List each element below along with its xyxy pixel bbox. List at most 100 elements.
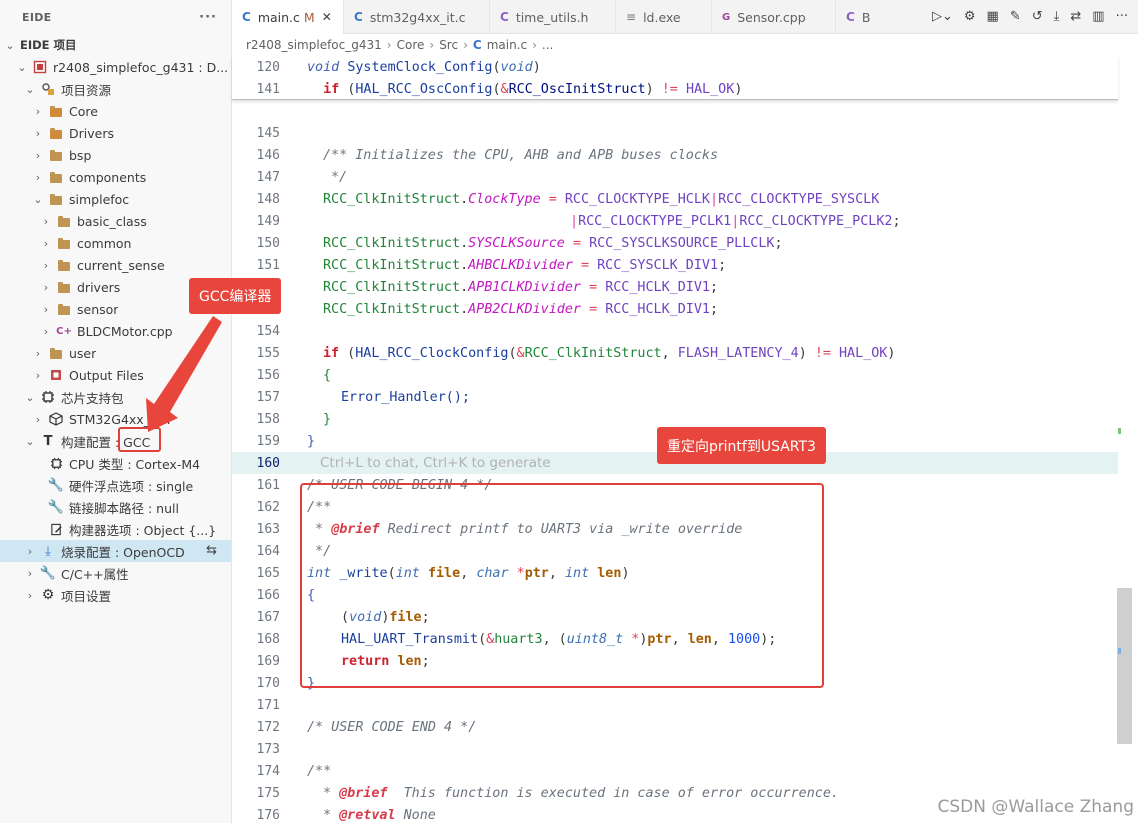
clean-brush-icon[interactable]: ✎ — [1010, 9, 1021, 24]
code-line[interactable]: 151 RCC_ClkInitStruct.AHBCLKDivider = RC… — [232, 254, 1118, 276]
code-line[interactable]: 174 /** — [232, 760, 1118, 782]
tree-item-bsp[interactable]: › bsp — [0, 144, 231, 166]
chevron-right-icon: › — [35, 346, 41, 360]
tab-main-c[interactable]: C main.c M ✕ — [232, 0, 344, 34]
code-comment: */ — [331, 169, 348, 185]
code-comment: /* USER CODE END 4 */ — [307, 719, 477, 735]
folder-icon — [56, 213, 72, 229]
breadcrumb-item[interactable]: r2408_simplefoc_g431 — [246, 38, 382, 52]
more-actions-icon[interactable]: ··· — [199, 10, 217, 25]
cpp-file-icon: G — [722, 11, 731, 23]
chevron-down-icon: ⌄ — [25, 390, 35, 404]
tab-time-utils-h[interactable]: C time_utils.h — [490, 0, 616, 34]
tree-item-drivers[interactable]: › Drivers — [0, 122, 231, 144]
code-line[interactable]: 146 /** Initializes the CPU, AHB and APB… — [232, 144, 1118, 166]
code-line[interactable]: 156 { — [232, 364, 1118, 386]
editor-tab-bar: C main.c M ✕ C stm32g4xx_it.c C time_uti… — [232, 0, 1138, 34]
tree-item-cpu-type[interactable]: CPU 类型 : Cortex-M4 — [0, 452, 231, 474]
code-line[interactable]: 141 if (HAL_RCC_OscConfig(&RCC_OscInitSt… — [232, 78, 1118, 100]
line-number: 162 — [256, 499, 280, 515]
gcc-highlight-box — [118, 427, 161, 452]
switch-icon[interactable]: ⇆ — [206, 543, 217, 558]
tree-item-project[interactable]: ⌄ r2408_simplefoc_g431 : D... — [0, 56, 231, 78]
tab-stm32g4xx-it-c[interactable]: C stm32g4xx_it.c — [344, 0, 490, 34]
download-icon[interactable]: ⤓ — [1054, 9, 1060, 24]
code-line[interactable]: 171 — [232, 694, 1118, 716]
code-line[interactable]: 150 RCC_ClkInitStruct.SYSCLKSource = RCC… — [232, 232, 1118, 254]
history-icon[interactable]: ↺ — [1032, 9, 1043, 24]
run-debug-icon[interactable]: ▷⌄ — [932, 9, 953, 24]
tree-item-chip-package[interactable]: ⌄ 芯片支持包 — [0, 386, 231, 408]
line-number: 163 — [256, 521, 280, 537]
tree-item-label: Drivers — [69, 125, 114, 141]
build-icon[interactable]: ▦ — [987, 9, 999, 24]
tree-item-core[interactable]: › Core — [0, 100, 231, 122]
code-line[interactable]: 148 RCC_ClkInitStruct.ClockType = RCC_CL… — [232, 188, 1118, 210]
tree-item-common[interactable]: › common — [0, 232, 231, 254]
tree-item-project-settings[interactable]: › ⚙ 项目设置 — [0, 584, 231, 606]
tree-item-cpp-properties[interactable]: › 🔧 C/C++属性 — [0, 562, 231, 584]
code-line[interactable]: 172 /* USER CODE END 4 */ — [232, 716, 1118, 738]
code-comment: /** Initializes the CPU, AHB and APB bus… — [323, 147, 719, 163]
tree-item-fpu[interactable]: 🔧 硬件浮点选项 : single — [0, 474, 231, 496]
close-icon[interactable]: ✕ — [322, 10, 332, 24]
settings-gear-icon[interactable]: ⚙ — [964, 9, 976, 24]
line-number: 169 — [256, 653, 280, 669]
git-compare-icon[interactable]: ⇄ — [1070, 9, 1081, 24]
tree-item-linker-script[interactable]: 🔧 链接脚本路径 : null — [0, 496, 231, 518]
tree-item-current-sense[interactable]: › current_sense — [0, 254, 231, 276]
tree-item-bldcmotor-cpp[interactable]: › C+ BLDCMotor.cpp — [0, 320, 231, 342]
code-line[interactable]: 147 */ — [232, 166, 1118, 188]
line-number: 171 — [256, 697, 280, 713]
tree-item-label: bsp — [69, 147, 92, 163]
more-actions-icon[interactable]: ··· — [1116, 9, 1128, 24]
tab-sensor-cpp[interactable]: G Sensor.cpp — [712, 0, 836, 34]
breadcrumb-item[interactable]: Core — [397, 38, 425, 52]
code-line[interactable]: 152 RCC_ClkInitStruct.APB1CLKDivider = R… — [232, 276, 1118, 298]
line-number: 149 — [256, 213, 280, 229]
sticky-scroll-header[interactable]: 120 void SystemClock_Config(void) 141 if… — [232, 56, 1118, 100]
tree-item-label: Output Files — [69, 367, 144, 383]
chevron-right-icon: › — [43, 214, 49, 228]
code-line[interactable]: 173 — [232, 738, 1118, 760]
tab-overflow[interactable]: C B — [836, 0, 872, 34]
breadcrumb-item[interactable]: ... — [542, 38, 553, 52]
chevron-right-icon: › — [35, 148, 41, 162]
line-number: 176 — [256, 807, 280, 823]
tree-item-label: STM32G4xx_DFP — [69, 411, 175, 427]
tree-item-components[interactable]: › components — [0, 166, 231, 188]
tree-item-stm32g4xx-dfp[interactable]: › STM32G4xx_DFP — [0, 408, 231, 430]
code-line[interactable]: 153 RCC_ClkInitStruct.APB2CLKDivider = R… — [232, 298, 1118, 320]
tab-ld-exe[interactable]: ≡ ld.exe — [616, 0, 712, 34]
tree-item-label: 构建器选项 : Object {...} — [69, 522, 217, 538]
vertical-scrollbar[interactable] — [1117, 588, 1132, 744]
tree-item-label: 芯片支持包 — [61, 390, 124, 406]
breadcrumb-item[interactable]: Src — [439, 38, 458, 52]
c-file-icon: C — [242, 10, 251, 24]
line-number: 157 — [256, 389, 280, 405]
code-line[interactable]: 120 void SystemClock_Config(void) — [232, 56, 1118, 78]
code-line[interactable]: 155 if (HAL_RCC_ClockConfig(&RCC_ClkInit… — [232, 342, 1118, 364]
code-line[interactable]: 157 Error_Handler(); — [232, 386, 1118, 408]
tree-item-label: BLDCMotor.cpp — [77, 323, 173, 339]
tree-item-project-resources[interactable]: ⌄ 项目资源 — [0, 78, 231, 100]
tree-item-user[interactable]: › user — [0, 342, 231, 364]
tree-item-output-files[interactable]: › Output Files — [0, 364, 231, 386]
tree-item-build-config[interactable]: ⌄ T 构建配置 : GCC — [0, 430, 231, 452]
split-editor-icon[interactable]: ▥ — [1092, 9, 1104, 24]
tree-item-flash-config[interactable]: › ⤓ 烧录配置 : OpenOCD ⇆ — [0, 540, 231, 562]
tree-item-basic-class[interactable]: › basic_class — [0, 210, 231, 232]
code-line[interactable]: 149 |RCC_CLOCKTYPE_PCLK1|RCC_CLOCKTYPE_P… — [232, 210, 1118, 232]
gcc-compiler-callout: GCC编译器 — [189, 278, 282, 314]
section-eide-project[interactable]: ⌄ EIDE 项目 — [0, 34, 231, 56]
code-line[interactable]: 154 — [232, 320, 1118, 342]
tree-item-simplefoc[interactable]: ⌄ simplefoc — [0, 188, 231, 210]
code-line[interactable]: 145 — [232, 122, 1118, 144]
breadcrumb-item[interactable]: main.c — [487, 38, 527, 52]
tree-item-builder-options[interactable]: 构建器选项 : Object {...} — [0, 518, 231, 540]
chevron-down-icon: ⌄ — [17, 60, 27, 74]
tree-item-label: drivers — [77, 279, 121, 295]
header-file-icon: C — [500, 10, 509, 24]
line-number: 165 — [256, 565, 280, 581]
line-number: 154 — [256, 323, 280, 339]
